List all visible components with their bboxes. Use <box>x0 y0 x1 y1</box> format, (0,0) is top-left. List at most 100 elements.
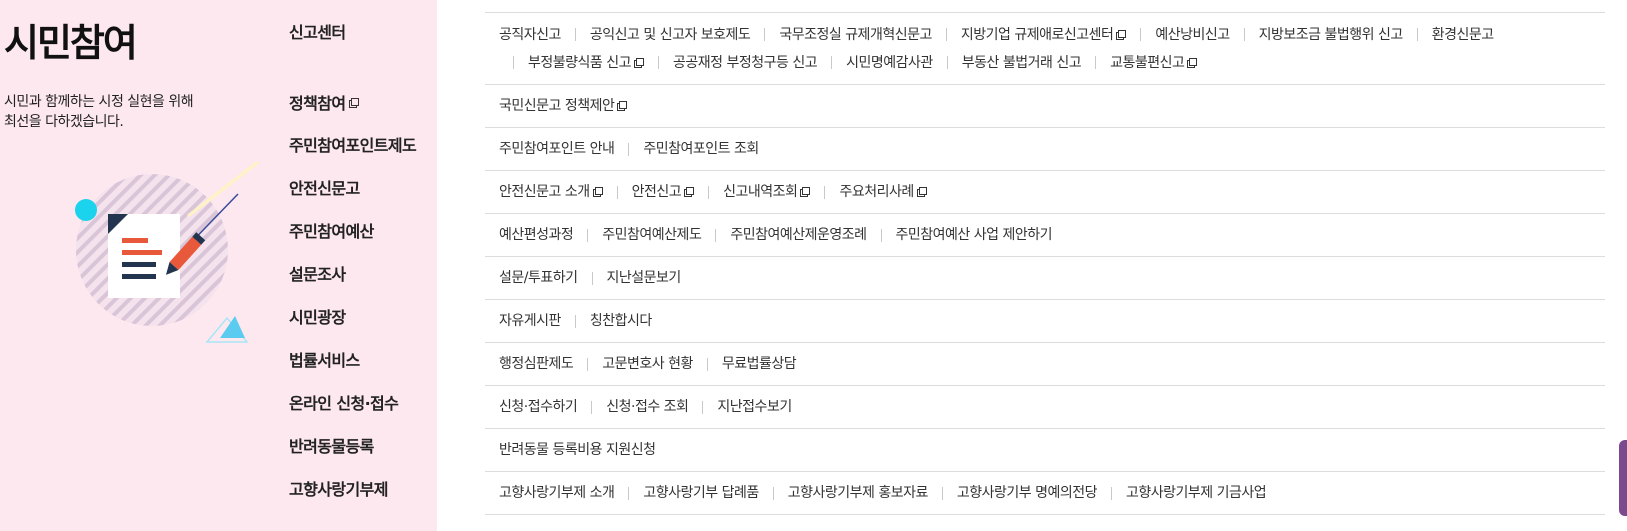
menu-link[interactable]: 공익신고 및 신고자 보호제도 <box>561 21 751 49</box>
menu-link[interactable]: 국무조정실 규제개혁신문고 <box>750 21 932 49</box>
category-budget[interactable]: 주민참여예산 <box>289 221 374 243</box>
menu-link-label: 예산편성과정 <box>499 227 574 243</box>
category-list: 신고센터 정책참여 주민참여포인트제도 안전신문고 주민참여예산 설문조사 시민… <box>289 0 437 531</box>
menu-link[interactable]: 행정심판제도 <box>499 350 574 378</box>
menu-link[interactable]: 무료법률상담 <box>693 350 797 378</box>
menu-link[interactable]: 고향사랑기부 명예의전당 <box>928 479 1098 507</box>
menu-link-label: 설문/투표하기 <box>499 270 578 286</box>
menu-link-label: 교통불편신고 <box>1110 54 1185 71</box>
link-row: 예산편성과정 주민참여예산제도 주민참여예산제운영조례 주민참여예산 사업 제안하기 <box>485 214 1605 257</box>
menu-link-label: 고향사랑기부제 기금사업 <box>1126 485 1267 501</box>
category-points[interactable]: 주민참여포인트제도 <box>289 135 417 157</box>
menu-link[interactable]: 예산낭비신고 <box>1126 21 1230 49</box>
menu-link[interactable]: 국민신문고 정책제안 <box>499 92 628 120</box>
menu-link-label: 반려동물 등록비용 지원신청 <box>499 442 656 458</box>
category-online-apply[interactable]: 온라인 신청·접수 <box>289 393 399 415</box>
menu-link[interactable]: 부정불량식품 신고 <box>499 49 644 77</box>
category-plaza[interactable]: 시민광장 <box>289 307 346 329</box>
category-hometown[interactable]: 고향사랑기부제 <box>289 479 388 501</box>
menu-link[interactable]: 신청·접수하기 <box>499 393 578 421</box>
menu-link[interactable]: 고향사랑기부제 홍보자료 <box>759 479 929 507</box>
new-window-icon <box>349 98 360 108</box>
menu-link[interactable]: 주민참여예산 사업 제안하기 <box>867 221 1053 249</box>
menu-link-label: 고향사랑기부제 소개 <box>499 485 615 501</box>
menu-link-label: 예산낭비신고 <box>1155 26 1230 43</box>
menu-link[interactable]: 신고내역조회 <box>694 178 811 206</box>
menu-link[interactable]: 부동산 불법거래 신고 <box>933 49 1082 77</box>
menu-link-label: 칭찬합시다 <box>589 313 652 329</box>
new-window-icon <box>592 187 603 197</box>
menu-link-label: 주요처리사례 <box>839 184 914 200</box>
link-rows: 공직자신고 공익신고 및 신고자 보호제도 국무조정실 규제개혁신문고 지방기업 규제… <box>485 0 1605 531</box>
menu-link[interactable]: 지난설문보기 <box>578 264 682 292</box>
menu-link-label: 고향사랑기부 명예의전당 <box>956 485 1098 501</box>
menu-link[interactable]: 예산편성과정 <box>499 221 574 249</box>
doc-line-4 <box>122 274 156 279</box>
menu-link[interactable]: 주민참여포인트 조회 <box>614 135 759 163</box>
link-row: 설문/투표하기 지난설문보기 <box>485 257 1605 300</box>
category-label: 신고센터 <box>289 23 346 42</box>
category-safety[interactable]: 안전신문고 <box>289 178 360 200</box>
doc-line-3 <box>122 262 156 267</box>
link-row: 공직자신고 공익신고 및 신고자 보호제도 국무조정실 규제개혁신문고 지방기업 규제… <box>485 13 1605 85</box>
category-legal[interactable]: 법률서비스 <box>289 350 360 372</box>
side-widget-tab[interactable] <box>1619 440 1627 516</box>
menu-link[interactable]: 지난접수보기 <box>688 393 792 421</box>
menu-link-label: 고향사랑기부 답례품 <box>643 485 759 501</box>
blue-triangle <box>220 316 245 338</box>
menu-link-label: 고향사랑기부제 홍보자료 <box>787 485 929 501</box>
document-sheet <box>108 214 180 298</box>
menu-link[interactable]: 고향사랑기부제 기금사업 <box>1097 479 1267 507</box>
menu-link[interactable]: 주민참여예산제도 <box>573 221 702 249</box>
new-window-icon <box>634 57 644 68</box>
new-window-icon <box>916 187 927 197</box>
menu-link[interactable]: 고향사랑기부제 소개 <box>499 479 615 507</box>
menu-link-label: 안전신고 <box>631 184 682 200</box>
menu-link-label: 주민참여예산제도 <box>602 227 702 243</box>
menu-link[interactable]: 칭찬합시다 <box>561 307 652 335</box>
menu-link-label: 공직자신고 <box>499 26 561 43</box>
category-label: 고향사랑기부제 <box>289 480 388 499</box>
category-pet[interactable]: 반려동물등록 <box>289 436 374 458</box>
category-policy[interactable]: 정책참여 <box>289 93 360 115</box>
menu-link[interactable]: 교통불편신고 <box>1081 49 1198 77</box>
link-row: 국민신문고 정책제안 <box>485 85 1605 128</box>
category-report-center[interactable]: 신고센터 <box>289 22 346 44</box>
menu-link-label: 지난접수보기 <box>717 399 792 415</box>
menu-link[interactable]: 공공재정 부정청구등 신고 <box>644 49 818 77</box>
menu-link-label: 신청·접수하기 <box>499 399 578 415</box>
menu-link-label: 주민참여포인트 안내 <box>499 141 615 157</box>
menu-link[interactable]: 주요처리사례 <box>810 178 927 206</box>
menu-link[interactable]: 환경신문고 <box>1403 21 1494 49</box>
menu-link-label: 주민참여포인트 조회 <box>643 141 759 157</box>
page-title: 시민참여 <box>4 21 138 65</box>
menu-link[interactable]: 고향사랑기부 답례품 <box>614 479 759 507</box>
menu-link-label: 신청·접수 조회 <box>606 399 689 415</box>
menu-link[interactable]: 공직자신고 <box>499 21 561 49</box>
description-line-1: 시민과 함께하는 시정 실현을 위해 <box>4 94 194 110</box>
menu-link-label: 자유게시판 <box>499 313 561 329</box>
menu-link[interactable]: 지방보조금 불법행위 신고 <box>1230 21 1404 49</box>
menu-link[interactable]: 안전신고 <box>603 178 695 206</box>
menu-link[interactable]: 지방기업 규제애로신고센터 <box>932 21 1127 49</box>
menu-link[interactable]: 안전신문고 소개 <box>499 178 603 206</box>
menu-link[interactable]: 반려동물 등록비용 지원신청 <box>499 436 656 464</box>
menu-link[interactable]: 신청·접수 조회 <box>577 393 689 421</box>
menu-link-label: 공익신고 및 신고자 보호제도 <box>589 26 751 43</box>
menu-link[interactable]: 주민참여포인트 안내 <box>499 135 615 163</box>
menu-link-label: 행정심판제도 <box>499 356 574 372</box>
menu-link[interactable]: 고문변호사 현황 <box>573 350 693 378</box>
menu-link-label: 지난설문보기 <box>606 270 682 286</box>
link-row: 안전신문고 소개 안전신고 신고내역조회 주요처리사례 <box>485 171 1605 214</box>
menu-link-label: 고문변호사 현황 <box>602 356 693 372</box>
menu-link[interactable]: 자유게시판 <box>499 307 561 335</box>
link-row: 신청·접수하기 신청·접수 조회 지난접수보기 <box>485 386 1605 429</box>
category-label: 법률서비스 <box>289 351 360 370</box>
category-label: 주민참여예산 <box>289 222 374 241</box>
category-label: 반려동물등록 <box>289 437 374 456</box>
menu-link[interactable]: 설문/투표하기 <box>499 264 578 292</box>
menu-link[interactable]: 시민명예감사관 <box>817 49 933 77</box>
menu-link[interactable]: 주민참여예산제운영조례 <box>701 221 867 249</box>
category-survey[interactable]: 설문조사 <box>289 264 346 286</box>
intro-block: 시민참여 시민과 함께하는 시정 실현을 위해 최선을 다하겠습니다. <box>4 18 264 132</box>
